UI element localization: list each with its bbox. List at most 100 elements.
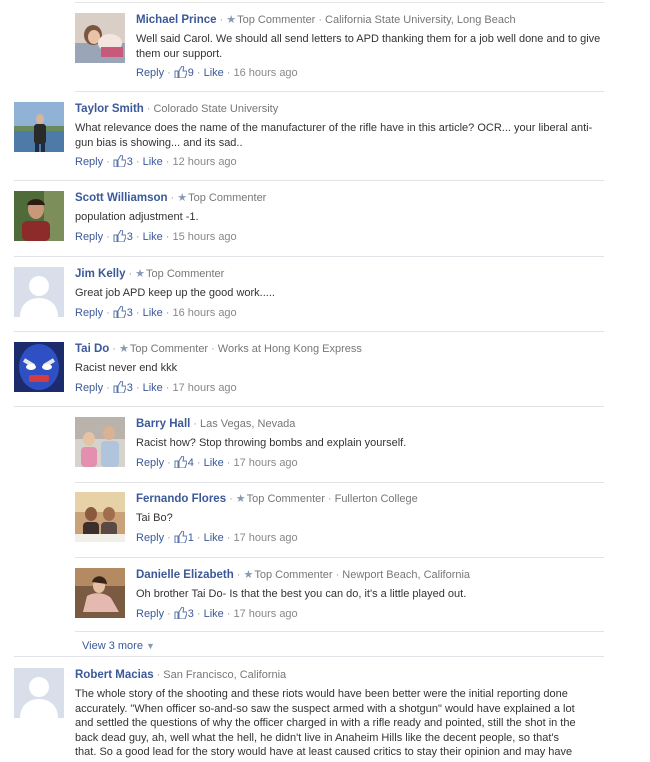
star-icon: ★ — [226, 14, 237, 26]
reply-link[interactable]: Reply — [75, 382, 103, 394]
avatar[interactable] — [75, 417, 125, 467]
separator-dot: · — [327, 493, 332, 505]
separator-dot: · — [196, 67, 201, 79]
separator-dot: · — [196, 607, 201, 620]
comment-text: Racist how? Stop throwing bombs and expl… — [136, 437, 407, 449]
comment-divider — [14, 180, 604, 181]
separator-dot: · — [156, 669, 161, 681]
separator-dot: · — [226, 607, 231, 620]
separator-dot: · — [226, 531, 231, 544]
star-icon: ★ — [177, 192, 188, 204]
like-link[interactable]: Like — [143, 307, 163, 319]
reply-link[interactable]: Reply — [136, 67, 164, 79]
star-icon: ★ — [118, 343, 129, 355]
affiliation-label: San Francisco, California — [163, 669, 287, 681]
reply-link[interactable]: Reply — [75, 307, 103, 319]
separator-dot: · — [165, 230, 170, 243]
timestamp[interactable]: 16 hours ago — [233, 67, 297, 79]
timestamp[interactable]: 17 hours ago — [233, 532, 297, 544]
comment-text: The whole story of the shooting and thes… — [75, 688, 576, 758]
separator-dot: · — [106, 381, 110, 394]
comment-item: Taylor Smith · Colorado State University W… — [14, 102, 604, 174]
thumbs-up-icon[interactable] — [174, 65, 188, 82]
thumbs-up-icon[interactable] — [174, 454, 188, 472]
author-name[interactable]: Michael Prince — [136, 14, 217, 26]
author-name[interactable]: Scott Williamson — [75, 192, 168, 204]
comment-text: Well said Carol. We should all send lett… — [136, 33, 601, 60]
reply-link[interactable]: Reply — [136, 608, 164, 620]
like-count[interactable]: 3 — [188, 608, 194, 620]
separator-dot: · — [165, 381, 170, 394]
comment-item: Robert Macias · San Francisco, California … — [14, 668, 604, 762]
separator-dot: · — [167, 531, 171, 544]
author-name[interactable]: Taylor Smith — [75, 103, 144, 115]
avatar[interactable] — [75, 13, 125, 63]
avatar[interactable] — [14, 342, 64, 392]
separator-dot: · — [106, 306, 110, 319]
like-count[interactable]: 3 — [127, 231, 133, 243]
author-name[interactable]: Tai Do — [75, 343, 109, 355]
affiliation-label: Fullerton College — [334, 493, 418, 505]
reply-link[interactable]: Reply — [75, 231, 103, 243]
author-name[interactable]: Jim Kelly — [75, 268, 126, 280]
author-name[interactable]: Fernando Flores — [136, 493, 226, 505]
affiliation-label: Newport Beach, California — [342, 569, 471, 581]
avatar[interactable] — [14, 668, 64, 718]
star-icon: ★ — [135, 268, 146, 280]
reply-link[interactable]: Reply — [75, 156, 103, 168]
timestamp[interactable]: 12 hours ago — [172, 156, 236, 168]
separator-dot: · — [170, 192, 175, 204]
like-link[interactable]: Like — [143, 382, 163, 394]
thumbs-up-icon[interactable] — [174, 605, 188, 623]
avatar[interactable] — [14, 191, 64, 241]
thumbs-up-icon[interactable] — [113, 228, 127, 246]
author-name[interactable]: Danielle Elizabeth — [136, 569, 234, 581]
timestamp[interactable]: 16 hours ago — [172, 307, 236, 319]
affiliation-label: Works at Hong Kong Express — [217, 343, 362, 355]
view-more-link[interactable]: View 3 more ▼ — [82, 640, 155, 652]
thumbs-up-icon[interactable] — [113, 379, 127, 397]
comment-item: Fernando Flores · ★Top Commenter · Fullerton… — [75, 492, 604, 554]
comment-text: What relevance does the name of the manu… — [75, 122, 593, 149]
separator-dot: · — [135, 306, 140, 319]
timestamp[interactable]: 17 hours ago — [233, 608, 297, 620]
thumbs-up-icon[interactable] — [174, 529, 188, 547]
reply-link[interactable]: Reply — [136, 457, 164, 469]
separator-dot: · — [146, 103, 151, 115]
separator-dot: · — [165, 156, 170, 168]
comment-divider — [14, 656, 604, 657]
avatar[interactable] — [75, 568, 125, 618]
like-count[interactable]: 3 — [127, 307, 133, 319]
like-link[interactable]: Like — [204, 67, 224, 79]
like-count[interactable]: 9 — [188, 67, 194, 79]
author-name[interactable]: Robert Macias — [75, 669, 154, 681]
comment-divider — [75, 91, 604, 92]
separator-dot: · — [193, 418, 198, 430]
like-count[interactable]: 4 — [188, 457, 194, 469]
separator-dot: · — [226, 67, 231, 79]
reply-link[interactable]: Reply — [136, 532, 164, 544]
separator-dot: · — [135, 230, 140, 243]
view-more-label[interactable]: View 3 more — [82, 640, 143, 652]
like-link[interactable]: Like — [143, 231, 163, 243]
chevron-down-icon: ▼ — [145, 641, 155, 651]
thumbs-up-icon[interactable] — [113, 304, 127, 322]
like-link[interactable]: Like — [204, 532, 224, 544]
comment-divider — [14, 256, 604, 257]
like-link[interactable]: Like — [143, 156, 163, 168]
timestamp[interactable]: 17 hours ago — [233, 457, 297, 469]
separator-dot: · — [106, 156, 110, 168]
like-count[interactable]: 3 — [127, 382, 133, 394]
separator-dot: · — [135, 156, 140, 168]
like-link[interactable]: Like — [204, 608, 224, 620]
avatar[interactable] — [14, 102, 64, 152]
like-count[interactable]: 3 — [127, 156, 133, 168]
thumbs-up-icon[interactable] — [113, 154, 127, 171]
timestamp[interactable]: 17 hours ago — [172, 382, 236, 394]
author-name[interactable]: Barry Hall — [136, 418, 190, 430]
like-count[interactable]: 1 — [188, 532, 194, 544]
like-link[interactable]: Like — [204, 457, 224, 469]
timestamp[interactable]: 15 hours ago — [172, 231, 236, 243]
avatar[interactable] — [14, 267, 64, 317]
avatar[interactable] — [75, 492, 125, 542]
